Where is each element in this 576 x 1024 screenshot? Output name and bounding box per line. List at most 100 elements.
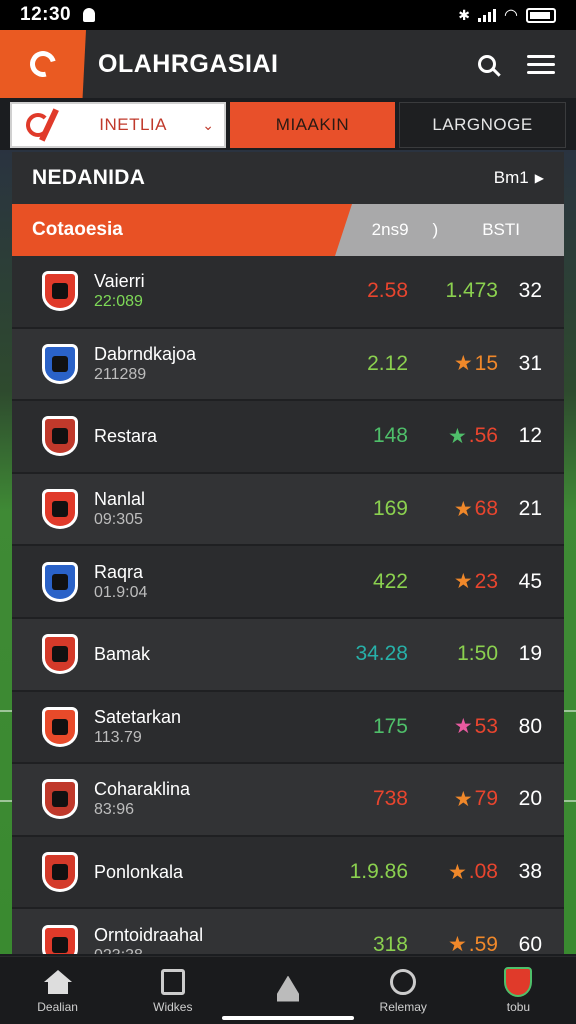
stat-value-2: .56 [468,424,498,448]
nav-label: Widkes [153,999,193,1014]
star-icon: ★ [447,933,467,954]
table-row[interactable]: Restara 148 ★ .56 12 [12,401,564,474]
team-name: Nanlal [94,489,146,510]
star-icon: ★ [447,424,467,448]
stat-value-2: .08 [468,860,498,884]
home-indicator [222,1016,354,1020]
badge-icon [503,966,533,997]
team-name: Bamak [94,643,151,664]
table-row[interactable]: Satetarkan 113.79 175 ★ 53 80 [12,691,564,765]
star-icon: ★ [453,352,473,376]
team-name: Dabrndkajoa [94,343,197,364]
tab-secondary[interactable]: LARGNOGE [399,102,566,148]
bluetooth-icon: ✱ [458,6,471,23]
star-icon: ★ [453,715,473,739]
team-list: Vaierri 22:089 2.58 1.473 32 Dabrndkajoa 21128… [12,256,564,954]
stat-value-2: 1:50 [457,642,498,666]
team-info: Nanlal 09:305 [94,489,328,529]
panel-more-link[interactable]: Bm1 ▶ [494,168,544,188]
app-logo[interactable] [0,30,86,98]
menu-button[interactable] [514,30,568,98]
team-info: Raqra 01.9:04 [94,562,328,602]
league-select[interactable]: INETLIA ⌄ [10,102,226,148]
star-icon: ★ [453,570,473,594]
star-icon: ★ [453,787,473,811]
stat-value-2-wrap: ★ 15 [408,351,498,376]
stat-value-2-wrap: ★ 53 [408,714,498,739]
nav-label: tobu [506,999,531,1014]
stat-value-2: 79 [474,787,498,811]
stat-value-3: 31 [518,351,542,375]
stat-value-3: 12 [518,424,542,448]
panel-title: NEDANIDA [32,166,146,189]
filter-row: INETLIA ⌄ MIAAKIN LARGNOGE [10,102,566,148]
nav-item-center[interactable] [230,957,345,1024]
table-row[interactable]: Raqra 01.9:04 422 ★ 23 45 [12,546,564,619]
battery-icon [526,7,556,23]
team-info: Ponlonkala [94,862,328,883]
stat-value-1: 2.12 [367,351,408,375]
table-row[interactable]: Ponlonkala 1.9.86 ★ .08 38 [12,836,564,910]
nav-label: Relemay [379,999,427,1014]
team-info: Vaierri 22:089 [94,271,328,311]
search-icon [478,55,496,73]
table-row[interactable]: Bamak 34.28 1:50 19 [12,618,564,692]
panel-link-label: Bm1 [493,168,529,187]
column-a-label: 2ns9 [371,220,409,239]
stat-value-1: 1.9.86 [349,860,408,884]
team-name: Coharaklina [94,779,191,800]
team-crest-icon [40,269,80,313]
stat-value-2-wrap: ★ .59 [408,932,498,954]
team-crest-icon [40,414,80,458]
nav-item-relemay[interactable]: Relemay [346,957,461,1024]
chevron-down-icon: ⌄ [202,116,214,133]
clipboard-icon [158,968,188,996]
team-info: Bamak [94,644,328,665]
nav-item-dealian[interactable]: Dealian [0,957,115,1024]
panel-header: NEDANIDA Bm1 ▶ [12,152,564,204]
star-icon: ★ [453,497,473,521]
search-button[interactable] [460,30,514,98]
stat-value-3: 19 [518,642,542,666]
home-icon [43,968,73,996]
league-flag-icon [12,104,64,146]
table-row[interactable]: Vaierri 22:089 2.58 1.473 32 [12,256,564,329]
tab-primary[interactable]: MIAAKIN [230,102,395,148]
team-crest-icon [40,487,80,531]
team-time: 113.79 [94,728,142,746]
signal-icon [478,8,497,22]
status-bar: 12:30 ✱ ◠ [0,0,576,30]
nav-item-widkes[interactable]: Widkes [115,957,230,1024]
hamburger-icon [527,50,555,79]
table-row[interactable]: Orntoidraahal023:38318★.5960 [12,909,564,954]
team-info: Coharaklina 83:96 [94,779,328,819]
team-crest-icon [40,632,80,676]
team-name: Restara [94,425,158,446]
table-row[interactable]: Coharaklina 83:96 738 ★ 79 20 [12,764,564,837]
team-crest-icon [40,923,80,954]
status-time: 12:30 [20,4,72,25]
team-info: Orntoidraahal023:38 [94,925,328,954]
stat-value-1: 738 [372,787,408,811]
team-name: Ponlonkala [94,861,184,882]
stat-value-2: 23 [474,569,498,593]
table-row[interactable]: Nanlal 09:305 169 ★ 68 21 [12,473,564,547]
stat-value-3: 20 [518,787,542,811]
app-header: OLAHRGASIAI [0,30,576,98]
stat-value-2: .59 [468,932,498,954]
chevron-right-icon: ▶ [534,171,544,185]
stat-value-3: 21 [518,497,542,521]
stat-value-2: 68 [474,497,498,521]
stat-value-2: 1.473 [445,279,498,303]
table-row[interactable]: Dabrndkajoa 211289 2.12 ★ 15 31 [12,328,564,402]
team-crest-icon [40,342,80,386]
ball-icon [388,968,418,996]
stat-value-2-wrap: 1:50 [408,642,498,666]
team-time: 09:305 [94,511,143,529]
stat-value-2-wrap: ★ 68 [408,497,498,522]
team-info: Satetarkan 113.79 [94,707,328,747]
stat-value-2-wrap: 1.473 [408,279,498,303]
nav-item-tobu[interactable]: tobu [461,957,576,1024]
team-time: 211289 [94,365,147,383]
stat-value-1: 148 [372,424,408,448]
